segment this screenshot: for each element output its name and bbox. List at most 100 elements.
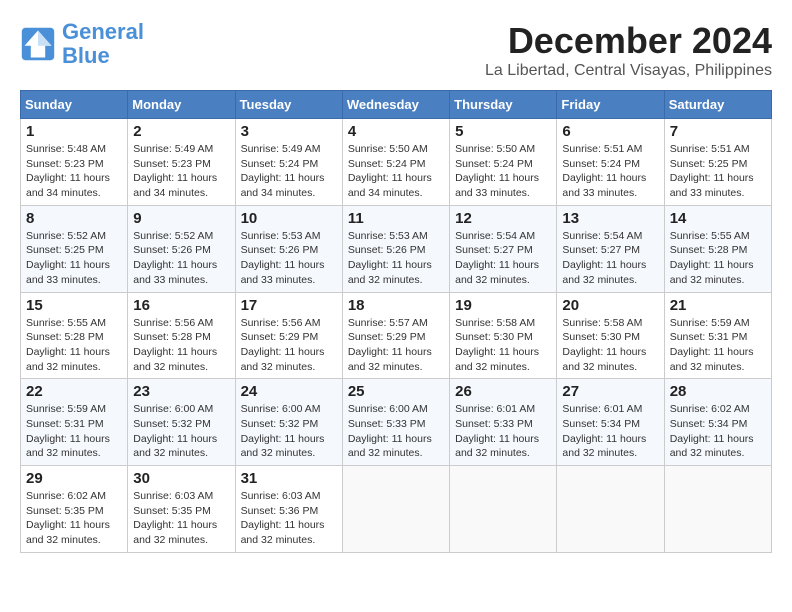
- calendar-header-row: SundayMondayTuesdayWednesdayThursdayFrid…: [21, 91, 772, 119]
- day-info: Sunrise: 6:00 AM Sunset: 5:32 PM Dayligh…: [133, 402, 229, 461]
- day-info: Sunrise: 5:56 AM Sunset: 5:29 PM Dayligh…: [241, 316, 337, 375]
- day-number: 16: [133, 297, 229, 314]
- logo-text: General Blue: [62, 20, 144, 68]
- day-number: 4: [348, 123, 444, 140]
- day-info: Sunrise: 5:55 AM Sunset: 5:28 PM Dayligh…: [670, 229, 766, 288]
- location: La Libertad, Central Visayas, Philippine…: [485, 62, 772, 80]
- calendar-cell: 23 Sunrise: 6:00 AM Sunset: 5:32 PM Dayl…: [128, 379, 235, 466]
- day-number: 14: [670, 210, 766, 227]
- day-number: 10: [241, 210, 337, 227]
- day-number: 27: [562, 383, 658, 400]
- day-info: Sunrise: 6:03 AM Sunset: 5:35 PM Dayligh…: [133, 489, 229, 548]
- day-info: Sunrise: 5:48 AM Sunset: 5:23 PM Dayligh…: [26, 142, 122, 201]
- calendar-week-3: 15 Sunrise: 5:55 AM Sunset: 5:28 PM Dayl…: [21, 292, 772, 379]
- day-info: Sunrise: 6:00 AM Sunset: 5:32 PM Dayligh…: [241, 402, 337, 461]
- calendar-cell: [557, 466, 664, 553]
- calendar-cell: 18 Sunrise: 5:57 AM Sunset: 5:29 PM Dayl…: [342, 292, 449, 379]
- day-number: 25: [348, 383, 444, 400]
- calendar-table: SundayMondayTuesdayWednesdayThursdayFrid…: [20, 90, 772, 553]
- day-number: 28: [670, 383, 766, 400]
- day-number: 18: [348, 297, 444, 314]
- calendar-cell: 27 Sunrise: 6:01 AM Sunset: 5:34 PM Dayl…: [557, 379, 664, 466]
- calendar-week-2: 8 Sunrise: 5:52 AM Sunset: 5:25 PM Dayli…: [21, 205, 772, 292]
- calendar-cell: 22 Sunrise: 5:59 AM Sunset: 5:31 PM Dayl…: [21, 379, 128, 466]
- day-info: Sunrise: 6:02 AM Sunset: 5:34 PM Dayligh…: [670, 402, 766, 461]
- calendar-cell: 25 Sunrise: 6:00 AM Sunset: 5:33 PM Dayl…: [342, 379, 449, 466]
- day-info: Sunrise: 5:58 AM Sunset: 5:30 PM Dayligh…: [455, 316, 551, 375]
- calendar-cell: 31 Sunrise: 6:03 AM Sunset: 5:36 PM Dayl…: [235, 466, 342, 553]
- day-number: 3: [241, 123, 337, 140]
- logo: General Blue: [20, 20, 144, 68]
- calendar-week-4: 22 Sunrise: 5:59 AM Sunset: 5:31 PM Dayl…: [21, 379, 772, 466]
- header-sunday: Sunday: [21, 91, 128, 119]
- day-number: 9: [133, 210, 229, 227]
- calendar-cell: 12 Sunrise: 5:54 AM Sunset: 5:27 PM Dayl…: [450, 205, 557, 292]
- calendar-cell: 24 Sunrise: 6:00 AM Sunset: 5:32 PM Dayl…: [235, 379, 342, 466]
- day-info: Sunrise: 5:54 AM Sunset: 5:27 PM Dayligh…: [562, 229, 658, 288]
- header-thursday: Thursday: [450, 91, 557, 119]
- calendar-cell: 11 Sunrise: 5:53 AM Sunset: 5:26 PM Dayl…: [342, 205, 449, 292]
- day-info: Sunrise: 6:00 AM Sunset: 5:33 PM Dayligh…: [348, 402, 444, 461]
- calendar-cell: [450, 466, 557, 553]
- day-number: 29: [26, 470, 122, 487]
- day-info: Sunrise: 5:56 AM Sunset: 5:28 PM Dayligh…: [133, 316, 229, 375]
- calendar-week-5: 29 Sunrise: 6:02 AM Sunset: 5:35 PM Dayl…: [21, 466, 772, 553]
- day-number: 30: [133, 470, 229, 487]
- page-header: General Blue December 2024 La Libertad, …: [20, 20, 772, 80]
- calendar-cell: 19 Sunrise: 5:58 AM Sunset: 5:30 PM Dayl…: [450, 292, 557, 379]
- calendar-cell: 2 Sunrise: 5:49 AM Sunset: 5:23 PM Dayli…: [128, 119, 235, 206]
- day-info: Sunrise: 5:52 AM Sunset: 5:26 PM Dayligh…: [133, 229, 229, 288]
- calendar-body: 1 Sunrise: 5:48 AM Sunset: 5:23 PM Dayli…: [21, 119, 772, 553]
- title-section: December 2024 La Libertad, Central Visay…: [485, 20, 772, 80]
- day-number: 21: [670, 297, 766, 314]
- day-number: 1: [26, 123, 122, 140]
- day-number: 23: [133, 383, 229, 400]
- day-number: 11: [348, 210, 444, 227]
- calendar-cell: [342, 466, 449, 553]
- day-number: 20: [562, 297, 658, 314]
- logo-icon: [20, 26, 56, 62]
- calendar-cell: 17 Sunrise: 5:56 AM Sunset: 5:29 PM Dayl…: [235, 292, 342, 379]
- calendar-cell: 13 Sunrise: 5:54 AM Sunset: 5:27 PM Dayl…: [557, 205, 664, 292]
- day-info: Sunrise: 6:01 AM Sunset: 5:34 PM Dayligh…: [562, 402, 658, 461]
- day-number: 7: [670, 123, 766, 140]
- calendar-cell: 26 Sunrise: 6:01 AM Sunset: 5:33 PM Dayl…: [450, 379, 557, 466]
- calendar-cell: 16 Sunrise: 5:56 AM Sunset: 5:28 PM Dayl…: [128, 292, 235, 379]
- day-number: 2: [133, 123, 229, 140]
- month-title: December 2024: [485, 20, 772, 62]
- day-info: Sunrise: 5:52 AM Sunset: 5:25 PM Dayligh…: [26, 229, 122, 288]
- day-number: 31: [241, 470, 337, 487]
- calendar-cell: 1 Sunrise: 5:48 AM Sunset: 5:23 PM Dayli…: [21, 119, 128, 206]
- day-number: 5: [455, 123, 551, 140]
- day-info: Sunrise: 5:54 AM Sunset: 5:27 PM Dayligh…: [455, 229, 551, 288]
- day-info: Sunrise: 5:57 AM Sunset: 5:29 PM Dayligh…: [348, 316, 444, 375]
- day-info: Sunrise: 5:49 AM Sunset: 5:24 PM Dayligh…: [241, 142, 337, 201]
- calendar-cell: 30 Sunrise: 6:03 AM Sunset: 5:35 PM Dayl…: [128, 466, 235, 553]
- day-number: 13: [562, 210, 658, 227]
- day-number: 12: [455, 210, 551, 227]
- calendar-cell: [664, 466, 771, 553]
- calendar-cell: 20 Sunrise: 5:58 AM Sunset: 5:30 PM Dayl…: [557, 292, 664, 379]
- calendar-cell: 15 Sunrise: 5:55 AM Sunset: 5:28 PM Dayl…: [21, 292, 128, 379]
- calendar-cell: 4 Sunrise: 5:50 AM Sunset: 5:24 PM Dayli…: [342, 119, 449, 206]
- day-info: Sunrise: 6:03 AM Sunset: 5:36 PM Dayligh…: [241, 489, 337, 548]
- day-info: Sunrise: 5:59 AM Sunset: 5:31 PM Dayligh…: [26, 402, 122, 461]
- calendar-cell: 8 Sunrise: 5:52 AM Sunset: 5:25 PM Dayli…: [21, 205, 128, 292]
- calendar-cell: 28 Sunrise: 6:02 AM Sunset: 5:34 PM Dayl…: [664, 379, 771, 466]
- day-info: Sunrise: 5:51 AM Sunset: 5:24 PM Dayligh…: [562, 142, 658, 201]
- header-friday: Friday: [557, 91, 664, 119]
- calendar-cell: 29 Sunrise: 6:02 AM Sunset: 5:35 PM Dayl…: [21, 466, 128, 553]
- day-number: 22: [26, 383, 122, 400]
- day-number: 15: [26, 297, 122, 314]
- day-info: Sunrise: 5:50 AM Sunset: 5:24 PM Dayligh…: [455, 142, 551, 201]
- day-info: Sunrise: 5:53 AM Sunset: 5:26 PM Dayligh…: [348, 229, 444, 288]
- day-number: 6: [562, 123, 658, 140]
- calendar-cell: 3 Sunrise: 5:49 AM Sunset: 5:24 PM Dayli…: [235, 119, 342, 206]
- header-tuesday: Tuesday: [235, 91, 342, 119]
- day-info: Sunrise: 6:01 AM Sunset: 5:33 PM Dayligh…: [455, 402, 551, 461]
- calendar-cell: 21 Sunrise: 5:59 AM Sunset: 5:31 PM Dayl…: [664, 292, 771, 379]
- header-monday: Monday: [128, 91, 235, 119]
- calendar-cell: 10 Sunrise: 5:53 AM Sunset: 5:26 PM Dayl…: [235, 205, 342, 292]
- day-info: Sunrise: 5:50 AM Sunset: 5:24 PM Dayligh…: [348, 142, 444, 201]
- header-wednesday: Wednesday: [342, 91, 449, 119]
